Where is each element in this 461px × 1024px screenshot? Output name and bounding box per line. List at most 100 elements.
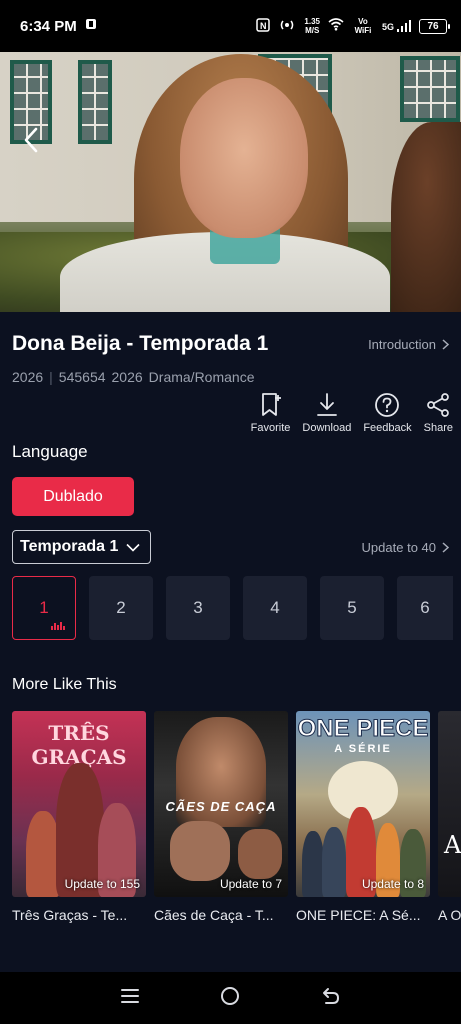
episode-number: 2	[116, 598, 126, 617]
back-return-icon	[322, 987, 339, 1004]
meta-year: 2026	[12, 369, 44, 385]
episode-number: 1	[39, 598, 49, 617]
wifi-icon	[328, 18, 344, 34]
recommendation-list: TRÊS GRAÇAS Update to 155 Três Graças - …	[12, 711, 461, 923]
show-title: Dona Beija - Temporada 1	[12, 332, 269, 355]
svg-text:N: N	[260, 21, 267, 31]
video-scene-window	[400, 56, 460, 122]
vowifi-label: Vo WiFi	[354, 17, 372, 35]
episode-number: 4	[270, 598, 280, 617]
recommendation-card[interactable]: A A O	[438, 711, 461, 923]
meta-genre: Drama/Romance	[148, 369, 255, 385]
poster-fist	[238, 829, 282, 879]
episode-button-4[interactable]: 4	[243, 576, 307, 640]
episode-button-6[interactable]: 6	[397, 576, 453, 640]
episode-button-1[interactable]: 1	[12, 576, 76, 640]
video-frame-actor	[60, 54, 390, 312]
help-circle-icon	[375, 393, 400, 417]
episode-number: 5	[347, 598, 357, 617]
episode-list: 1 2 3 4 5 6	[12, 576, 453, 640]
battery-icon: 76	[419, 18, 450, 34]
download-icon	[316, 393, 337, 416]
download-button[interactable]: Download	[302, 392, 351, 434]
poster-logo: TRÊS GRAÇAS	[31, 721, 127, 769]
episode-button-2[interactable]: 2	[89, 576, 153, 640]
episode-update-label: Update to 40	[361, 540, 436, 555]
chevron-down-icon	[126, 543, 140, 552]
favorite-label: Favorite	[250, 422, 291, 434]
poster-logo: CÃES DE CAÇA	[165, 799, 277, 814]
introduction-link[interactable]: Introduction	[368, 337, 449, 352]
language-heading: Language	[12, 442, 88, 461]
status-bar: 6:34 PM N 1.35 M/S Vo WiFi 5G 76	[0, 0, 461, 52]
recommendation-title: Três Graças - Te...	[12, 907, 128, 923]
download-label: Download	[302, 422, 352, 434]
action-bar: Favorite Download Feedback Share	[251, 392, 453, 434]
bookmark-plus-icon	[261, 393, 281, 416]
poster-figure	[302, 831, 324, 897]
network-speed-unit: M/S	[305, 26, 320, 35]
feedback-label: Feedback	[363, 422, 412, 434]
recommendation-card[interactable]: CÃES DE CAÇA Update to 7 Cães de Caça - …	[154, 711, 288, 923]
recommendation-title: ONE PIECE: A Sé...	[296, 907, 421, 923]
app-notification-icon	[85, 17, 97, 35]
back-button[interactable]	[16, 122, 46, 158]
poster-update-label: Update to 7	[219, 877, 282, 891]
meta-release-year: 2026	[111, 369, 143, 385]
recommendation-title: Cães de Caça - T...	[154, 907, 274, 923]
poster-logo: ONE PIECE	[297, 715, 429, 743]
now-playing-icon	[51, 622, 65, 630]
poster-figure	[322, 827, 346, 897]
meta-views: 545654	[58, 369, 106, 385]
recommendation-poster: TRÊS GRAÇAS Update to 155	[12, 711, 146, 897]
episode-update-link[interactable]: Update to 40	[362, 540, 449, 555]
introduction-label: Introduction	[368, 337, 436, 352]
poster-fist	[170, 821, 230, 881]
chevron-right-icon	[442, 339, 449, 350]
season-dropdown[interactable]: Temporada 1	[12, 530, 151, 564]
chevron-right-icon	[442, 542, 449, 553]
network-type: 5G	[381, 22, 394, 32]
poster-update-label: Update to 155	[64, 877, 140, 891]
recommendation-poster: ONE PIECE A SÉRIE Update to 8	[296, 711, 430, 897]
home-circle-icon	[220, 986, 239, 1005]
poster-logo: A	[444, 831, 461, 859]
network-speed-value: 1.35	[304, 17, 320, 26]
recommendation-poster: A	[438, 711, 461, 897]
status-time: 6:34 PM	[20, 17, 77, 35]
recommendation-card[interactable]: TRÊS GRAÇAS Update to 155 Três Graças - …	[12, 711, 146, 923]
nfc-icon: N	[256, 17, 271, 35]
season-selected: Temporada 1	[20, 538, 119, 555]
share-icon	[427, 393, 450, 417]
poster-subtitle: A SÉRIE	[334, 743, 392, 755]
menu-icon	[120, 988, 139, 1003]
video-player[interactable]	[0, 52, 461, 312]
system-navigation-bar	[0, 972, 461, 1024]
feedback-button[interactable]: Feedback	[363, 392, 412, 434]
share-button[interactable]: Share	[424, 392, 453, 434]
home-button[interactable]	[219, 985, 241, 1012]
hotspot-icon	[278, 18, 296, 35]
episode-number: 6	[420, 598, 430, 617]
more-like-this-heading: More Like This	[12, 676, 117, 693]
recommendation-poster: CÃES DE CAÇA Update to 7	[154, 711, 288, 897]
episode-button-5[interactable]: 5	[320, 576, 384, 640]
system-back-button[interactable]	[320, 986, 342, 1011]
network-speed: 1.35 M/S	[304, 17, 320, 35]
signal-icon: 5G	[382, 20, 411, 32]
meta-separator: |	[49, 369, 53, 385]
recommendation-card[interactable]: ONE PIECE A SÉRIE Update to 8 ONE PIECE:…	[296, 711, 430, 923]
video-frame-second-actor	[391, 122, 461, 312]
back-arrow-icon	[24, 127, 38, 153]
poster-update-label: Update to 8	[361, 877, 424, 891]
episode-button-3[interactable]: 3	[166, 576, 230, 640]
share-label: Share	[423, 422, 453, 434]
actor-face	[180, 78, 308, 238]
episode-number: 3	[193, 598, 203, 617]
show-meta: 2026 | 545654 2026 Drama/Romance	[12, 369, 255, 385]
language-dublado-button[interactable]: Dublado	[12, 477, 134, 516]
poster-figure	[26, 811, 60, 897]
favorite-button[interactable]: Favorite	[250, 392, 291, 434]
recommendation-title: A O	[438, 907, 461, 923]
recent-apps-button[interactable]	[120, 987, 140, 1010]
